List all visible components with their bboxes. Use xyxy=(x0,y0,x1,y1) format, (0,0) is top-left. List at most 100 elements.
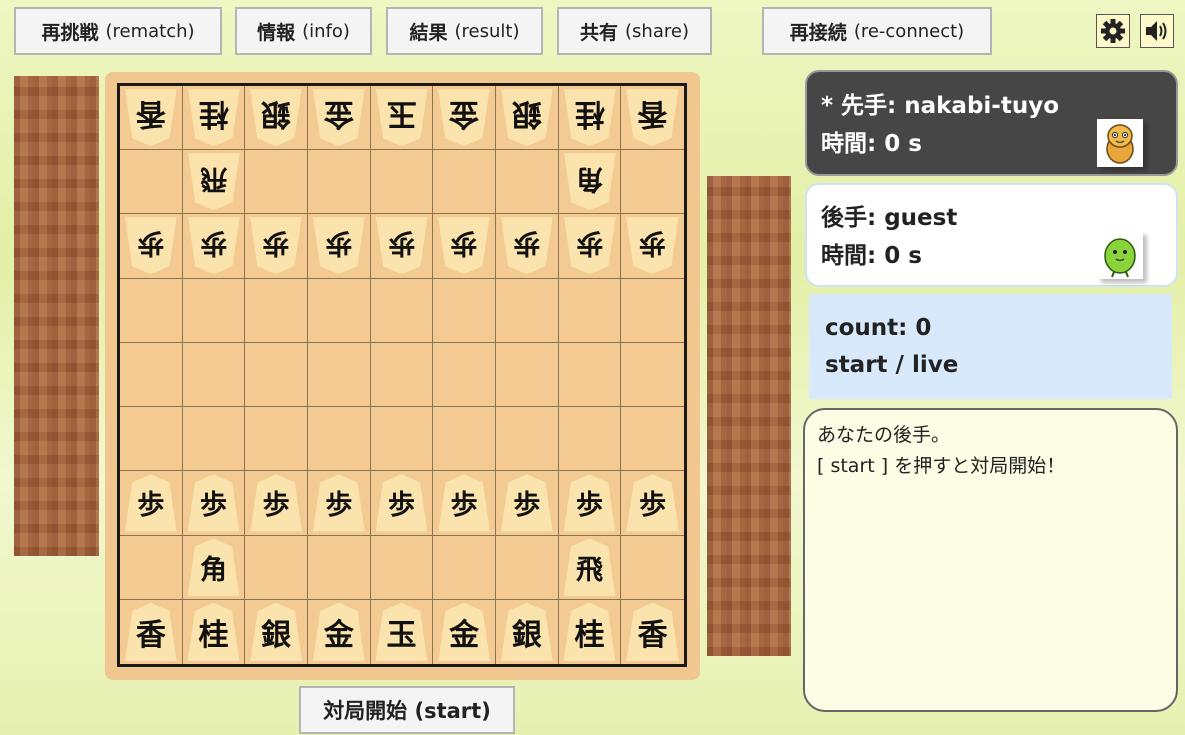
board-square[interactable]: 歩 xyxy=(558,214,622,279)
board-square[interactable] xyxy=(308,342,371,408)
sente-piece[interactable]: 玉 xyxy=(375,602,428,661)
board-square[interactable]: 歩 xyxy=(182,471,246,536)
board-square[interactable] xyxy=(621,536,684,600)
board-square[interactable] xyxy=(433,535,496,600)
board-square[interactable]: 歩 xyxy=(621,214,684,279)
gote-piece-stand[interactable] xyxy=(14,76,99,556)
board-square[interactable] xyxy=(308,535,371,600)
board-square[interactable]: 歩 xyxy=(496,214,559,279)
board-square[interactable]: 銀 xyxy=(245,86,308,151)
board-square[interactable] xyxy=(370,150,434,215)
info-button[interactable]: 情報 (info) xyxy=(235,7,372,55)
board-square[interactable] xyxy=(245,342,308,408)
board-square[interactable] xyxy=(370,535,434,600)
board-square[interactable]: 歩 xyxy=(245,214,308,279)
board-square[interactable]: 桂 xyxy=(182,86,246,151)
board-square[interactable]: 玉 xyxy=(371,599,434,664)
start-button[interactable]: 対局開始 (start) xyxy=(299,686,515,734)
board-square[interactable] xyxy=(433,150,496,215)
gote-piece[interactable]: 桂 xyxy=(188,89,240,146)
gote-piece[interactable]: 歩 xyxy=(313,217,365,274)
board-square[interactable]: 歩 xyxy=(370,471,434,536)
board-square[interactable] xyxy=(433,407,496,472)
board-square[interactable]: 歩 xyxy=(433,471,496,536)
board-square[interactable] xyxy=(621,279,684,343)
board-square[interactable]: 飛 xyxy=(182,150,246,215)
board-square[interactable]: 金 xyxy=(433,599,496,664)
board-square[interactable] xyxy=(496,150,559,215)
sente-piece[interactable]: 歩 xyxy=(125,474,177,532)
board-square[interactable]: 桂 xyxy=(558,86,622,151)
sente-piece[interactable]: 桂 xyxy=(187,602,240,661)
board-square[interactable]: 歩 xyxy=(558,471,622,536)
sente-piece[interactable]: 歩 xyxy=(375,474,428,532)
sente-piece[interactable]: 歩 xyxy=(250,474,302,532)
board-square[interactable]: 金 xyxy=(308,86,371,151)
sente-piece[interactable]: 歩 xyxy=(438,474,490,532)
board-square[interactable] xyxy=(370,407,434,472)
board-square[interactable] xyxy=(558,407,622,472)
board-square[interactable] xyxy=(120,407,183,472)
board-square[interactable] xyxy=(120,535,183,600)
board-square[interactable]: 桂 xyxy=(183,599,246,664)
board-square[interactable]: 歩 xyxy=(120,471,183,536)
result-button[interactable]: 結果 (result) xyxy=(386,7,543,55)
sente-piece[interactable]: 香 xyxy=(626,602,679,661)
board-square[interactable]: 歩 xyxy=(120,214,183,279)
gote-piece[interactable]: 歩 xyxy=(125,217,177,274)
gote-piece[interactable]: 金 xyxy=(438,89,490,146)
gote-piece[interactable]: 角 xyxy=(564,153,616,210)
board-square[interactable] xyxy=(308,407,371,472)
share-button[interactable]: 共有 (share) xyxy=(557,7,712,55)
sente-piece[interactable]: 桂 xyxy=(563,602,616,661)
gote-piece[interactable]: 歩 xyxy=(501,217,553,274)
board-square[interactable] xyxy=(182,342,246,408)
gote-piece[interactable]: 歩 xyxy=(188,217,240,274)
board-square[interactable] xyxy=(558,278,622,343)
sente-piece[interactable]: 歩 xyxy=(313,474,365,532)
board-square[interactable]: 金 xyxy=(308,599,371,664)
board-square[interactable] xyxy=(558,342,622,408)
gote-piece[interactable]: 飛 xyxy=(188,153,240,210)
speaker-icon[interactable] xyxy=(1140,14,1174,48)
board-square[interactable] xyxy=(621,343,684,408)
board-square[interactable] xyxy=(120,150,183,215)
board-square[interactable]: 玉 xyxy=(370,86,434,151)
board-square[interactable]: 香 xyxy=(621,86,684,151)
gote-piece[interactable]: 香 xyxy=(125,89,177,146)
gote-piece[interactable]: 歩 xyxy=(250,217,302,274)
gote-piece[interactable]: 玉 xyxy=(376,89,428,146)
gote-piece[interactable]: 香 xyxy=(626,89,679,146)
board-square[interactable] xyxy=(496,535,559,600)
board-square[interactable]: 銀 xyxy=(245,599,308,664)
board-square[interactable]: 香 xyxy=(120,599,183,664)
board-square[interactable] xyxy=(370,278,434,343)
board-square[interactable] xyxy=(308,278,371,343)
sente-piece[interactable]: 香 xyxy=(125,602,177,661)
board-square[interactable]: 歩 xyxy=(182,214,246,279)
board-square[interactable] xyxy=(245,535,308,600)
sente-piece[interactable]: 金 xyxy=(438,602,490,661)
board-square[interactable] xyxy=(245,150,308,215)
sente-piece-stand[interactable] xyxy=(707,176,791,656)
gote-piece[interactable]: 歩 xyxy=(564,217,616,274)
rematch-button[interactable]: 再挑戦 (rematch) xyxy=(14,7,222,55)
reconnect-button[interactable]: 再接続 (re-connect) xyxy=(762,7,992,55)
gote-piece[interactable]: 桂 xyxy=(564,89,616,146)
gote-piece[interactable]: 銀 xyxy=(250,89,302,146)
board-square[interactable]: 歩 xyxy=(370,214,434,279)
board-square[interactable]: 歩 xyxy=(245,471,308,536)
board-square[interactable]: 銀 xyxy=(496,599,559,664)
sente-piece[interactable]: 銀 xyxy=(501,602,553,661)
board-square[interactable] xyxy=(182,407,246,472)
gote-piece[interactable]: 歩 xyxy=(376,217,428,274)
sente-piece[interactable]: 歩 xyxy=(626,474,679,532)
board-square[interactable]: 飛 xyxy=(558,535,622,600)
gote-piece[interactable]: 歩 xyxy=(438,217,490,274)
sente-piece[interactable]: 歩 xyxy=(563,474,616,532)
board-square[interactable]: 桂 xyxy=(559,599,622,664)
sente-piece[interactable]: 飛 xyxy=(563,538,616,596)
gote-piece[interactable]: 銀 xyxy=(501,89,553,146)
board-square[interactable] xyxy=(433,278,496,343)
board-square[interactable] xyxy=(496,278,559,343)
